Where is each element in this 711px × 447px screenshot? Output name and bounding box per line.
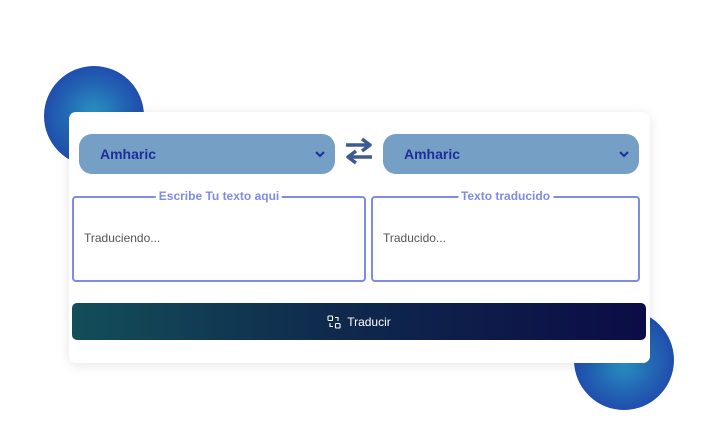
target-language-value: Amharic: [404, 146, 461, 162]
translate-button[interactable]: Traducir: [72, 303, 646, 340]
translated-text-output[interactable]: [383, 223, 628, 272]
translate-icon: [327, 314, 341, 329]
source-language-value: Amharic: [100, 146, 157, 162]
swap-languages-button[interactable]: [343, 137, 375, 169]
translate-button-label: Traducir: [347, 314, 391, 329]
chevron-down-icon: [619, 149, 629, 159]
source-text-panel: Escribe Tu texto aqui: [72, 189, 366, 282]
chevron-down-icon: [315, 149, 325, 159]
source-language-select[interactable]: Amharic: [79, 134, 335, 174]
source-text-input[interactable]: [84, 223, 354, 272]
source-panel-legend: Escribe Tu texto aqui: [155, 189, 283, 203]
target-panel-legend: Texto traducido: [457, 189, 554, 203]
swap-arrows-icon: [344, 137, 374, 170]
translated-text-panel: Texto traducido: [371, 189, 640, 282]
target-language-select[interactable]: Amharic: [383, 134, 639, 174]
translator-card: Amharic Amharic Escribe Tu texto aqui Te…: [69, 112, 650, 363]
